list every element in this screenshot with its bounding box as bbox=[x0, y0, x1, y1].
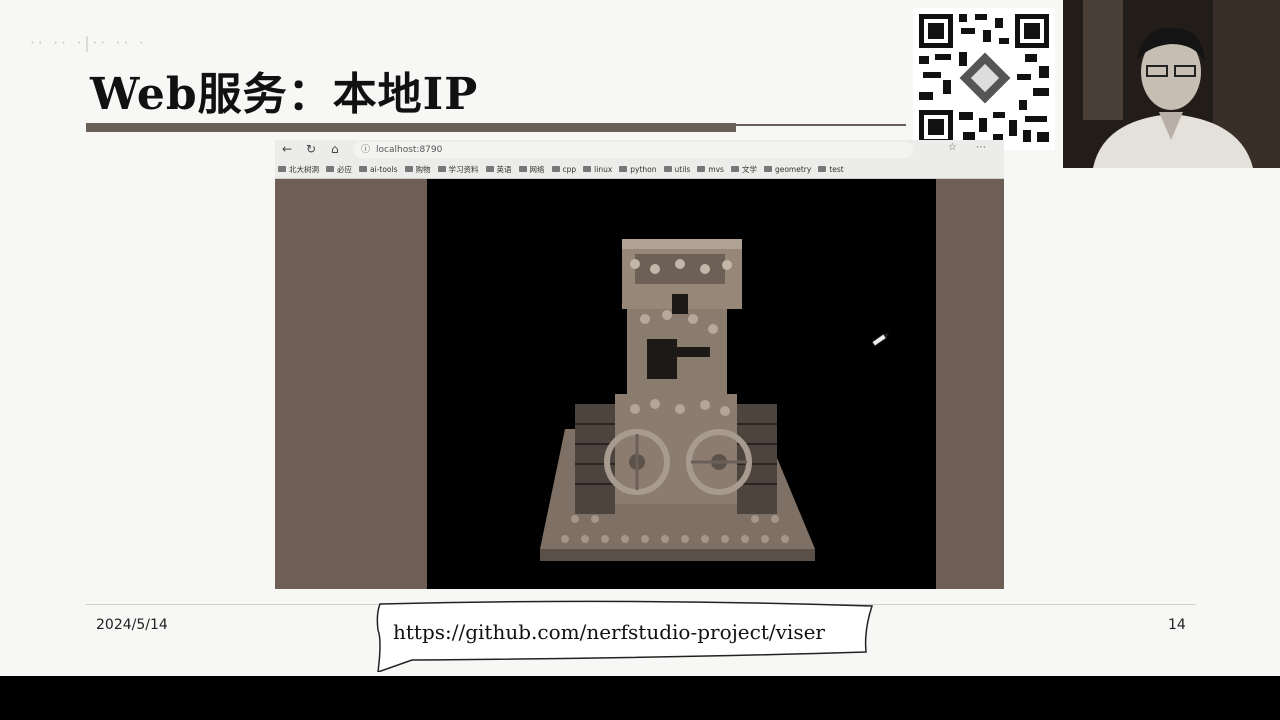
folder-icon bbox=[730, 166, 739, 172]
bookmark-item[interactable]: ai-tools bbox=[359, 165, 398, 174]
back-arrow-icon[interactable]: ← bbox=[282, 142, 292, 156]
faded-header-text: ·· ·· ·|·· ·· · bbox=[30, 34, 147, 52]
bookmarks-bar: 北大树洞 必应 ai-tools 购物 学习资料 英语 网络 cpp linux… bbox=[275, 161, 1004, 177]
folder-icon bbox=[518, 166, 527, 172]
github-link[interactable]: https://github.com/nerfstudio-project/vi… bbox=[393, 620, 825, 644]
3d-viewport[interactable] bbox=[275, 179, 1004, 589]
folder-icon bbox=[818, 166, 827, 172]
page-number: 14 bbox=[1168, 617, 1186, 633]
folder-icon bbox=[551, 166, 560, 172]
qr-code bbox=[913, 8, 1055, 150]
bookmark-item[interactable]: 文学 bbox=[730, 164, 757, 175]
folder-icon bbox=[437, 166, 446, 172]
bookmark-item[interactable]: 北大树洞 bbox=[278, 164, 319, 175]
folder-icon bbox=[663, 166, 672, 172]
bookmark-item[interactable]: 必应 bbox=[326, 164, 352, 175]
bookmark-item[interactable]: utils bbox=[663, 165, 690, 174]
presenter-webcam bbox=[1063, 0, 1280, 168]
info-icon: ⓘ bbox=[361, 145, 371, 155]
toolbar-icons[interactable]: ☆ ⋯ bbox=[948, 142, 994, 153]
browser-chrome: ← ↻ ⌂ ⓘ localhost:8790 ☆ ⋯ 北大树洞 必应 ai-too… bbox=[275, 140, 1004, 179]
title-underline bbox=[86, 123, 736, 132]
folder-icon bbox=[278, 166, 286, 172]
folder-icon bbox=[583, 166, 592, 172]
bookmark-item[interactable]: python bbox=[619, 165, 657, 174]
bookmark-item[interactable]: geometry bbox=[763, 165, 811, 174]
slide: ·· ·· ·|·· ·· · Web服务：本地IP ← ↻ ⌂ ⓘ local… bbox=[0, 0, 1280, 676]
folder-icon bbox=[359, 166, 367, 172]
bookmark-item[interactable]: mvs bbox=[697, 165, 724, 174]
url-text: localhost:8790 bbox=[376, 145, 443, 155]
title-underline-thin bbox=[736, 124, 906, 126]
bookmark-item[interactable]: 英语 bbox=[485, 164, 512, 175]
slide-title: Web服务：本地IP bbox=[90, 69, 479, 120]
address-bar[interactable]: ⓘ localhost:8790 bbox=[353, 142, 913, 158]
reload-icon[interactable]: ↻ bbox=[306, 142, 316, 156]
folder-icon bbox=[697, 166, 706, 172]
bookmark-item[interactable]: 学习资料 bbox=[437, 164, 479, 175]
folder-icon bbox=[763, 166, 772, 172]
slide-date: 2024/5/14 bbox=[96, 617, 168, 633]
folder-icon bbox=[326, 166, 334, 172]
folder-icon bbox=[404, 166, 413, 172]
bookmark-item[interactable]: linux bbox=[583, 165, 612, 174]
bookmark-item[interactable]: cpp bbox=[551, 165, 576, 174]
folder-icon bbox=[619, 166, 628, 172]
lego-model-render[interactable] bbox=[275, 179, 1004, 589]
folder-icon bbox=[485, 166, 494, 172]
browser-window: ← ↻ ⌂ ⓘ localhost:8790 ☆ ⋯ 北大树洞 必应 ai-too… bbox=[275, 140, 1004, 589]
bookmark-item[interactable]: 购物 bbox=[404, 164, 431, 175]
bookmark-item[interactable]: test bbox=[818, 165, 844, 174]
pencil-cursor-icon bbox=[871, 333, 889, 347]
bookmark-item[interactable]: 网络 bbox=[518, 164, 545, 175]
home-icon[interactable]: ⌂ bbox=[331, 142, 339, 156]
